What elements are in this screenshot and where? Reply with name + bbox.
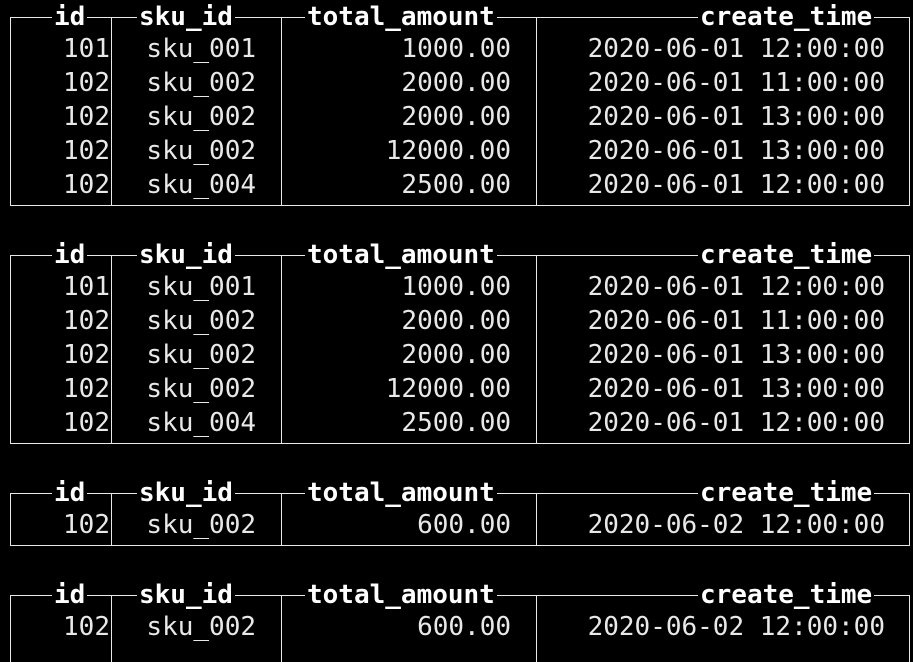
cell-id: 102 [63, 612, 110, 642]
cell-create-time: 2020-06-01 13:00:00 [587, 340, 885, 370]
column-header-total-amount: total_amount [305, 578, 497, 612]
cell-total-amount: 2000.00 [401, 68, 511, 98]
column-header-sku-id: sku_id [137, 476, 235, 510]
cell-total-amount: 12000.00 [385, 136, 511, 166]
cell-id: 102 [63, 510, 110, 540]
column-header-create-time: create_time [698, 238, 875, 272]
column-header-sku-id: sku_id [137, 0, 235, 34]
column-header-total-amount: total_amount [305, 238, 497, 272]
cell-total-amount: 2000.00 [401, 306, 511, 336]
cell-sku-id: sku_001 [146, 34, 256, 64]
column-header-create-time: create_time [698, 0, 875, 34]
cell-id: 102 [63, 340, 110, 370]
cell-id: 102 [63, 136, 110, 166]
cell-create-time: 2020-06-01 11:00:00 [587, 306, 885, 336]
cell-create-time: 2020-06-01 12:00:00 [587, 34, 885, 64]
cell-total-amount: 2500.00 [401, 408, 511, 438]
cell-create-time: 2020-06-01 12:00:00 [587, 170, 885, 200]
cell-total-amount: 2000.00 [401, 340, 511, 370]
cell-create-time: 2020-06-01 12:00:00 [587, 408, 885, 438]
column-header-sku-id: sku_id [137, 578, 235, 612]
cell-total-amount: 2000.00 [401, 102, 511, 132]
cell-id: 101 [63, 34, 110, 64]
cell-total-amount: 600.00 [417, 510, 511, 540]
column-header-create-time: create_time [698, 578, 875, 612]
cell-create-time: 2020-06-02 12:00:00 [587, 612, 885, 642]
cell-id: 102 [63, 102, 110, 132]
cell-total-amount: 2500.00 [401, 170, 511, 200]
cell-create-time: 2020-06-01 13:00:00 [587, 374, 885, 404]
cell-create-time: 2020-06-01 12:00:00 [587, 272, 885, 302]
column-header-id: id [52, 578, 88, 612]
cell-total-amount: 1000.00 [401, 34, 511, 64]
cell-total-amount: 1000.00 [401, 272, 511, 302]
cell-create-time: 2020-06-01 13:00:00 [587, 136, 885, 166]
cell-sku-id: sku_002 [146, 68, 256, 98]
cell-id: 102 [63, 306, 110, 336]
cell-sku-id: sku_002 [146, 510, 256, 540]
cell-sku-id: sku_002 [146, 340, 256, 370]
cell-sku-id: sku_002 [146, 306, 256, 336]
cell-sku-id: sku_004 [146, 170, 256, 200]
cell-id: 102 [63, 408, 110, 438]
cell-create-time: 2020-06-01 11:00:00 [587, 68, 885, 98]
cell-id: 102 [63, 374, 110, 404]
column-header-total-amount: total_amount [305, 0, 497, 34]
column-header-create-time: create_time [698, 476, 875, 510]
cell-sku-id: sku_004 [146, 408, 256, 438]
cell-sku-id: sku_001 [146, 272, 256, 302]
cell-sku-id: sku_002 [146, 136, 256, 166]
terminal-output: id sku_id total_amount create_time 101 sku_00… [0, 0, 913, 662]
cell-total-amount: 600.00 [417, 612, 511, 642]
column-header-total-amount: total_amount [305, 476, 497, 510]
cell-sku-id: sku_002 [146, 374, 256, 404]
cell-id: 101 [63, 272, 110, 302]
cell-id: 102 [63, 68, 110, 98]
column-header-id: id [52, 0, 88, 34]
cell-sku-id: sku_002 [146, 612, 256, 642]
cell-create-time: 2020-06-01 13:00:00 [587, 102, 885, 132]
column-header-sku-id: sku_id [137, 238, 235, 272]
column-header-id: id [52, 238, 88, 272]
column-header-id: id [52, 476, 88, 510]
cell-sku-id: sku_002 [146, 102, 256, 132]
cell-create-time: 2020-06-02 12:00:00 [587, 510, 885, 540]
cell-id: 102 [63, 170, 110, 200]
cell-total-amount: 12000.00 [385, 374, 511, 404]
